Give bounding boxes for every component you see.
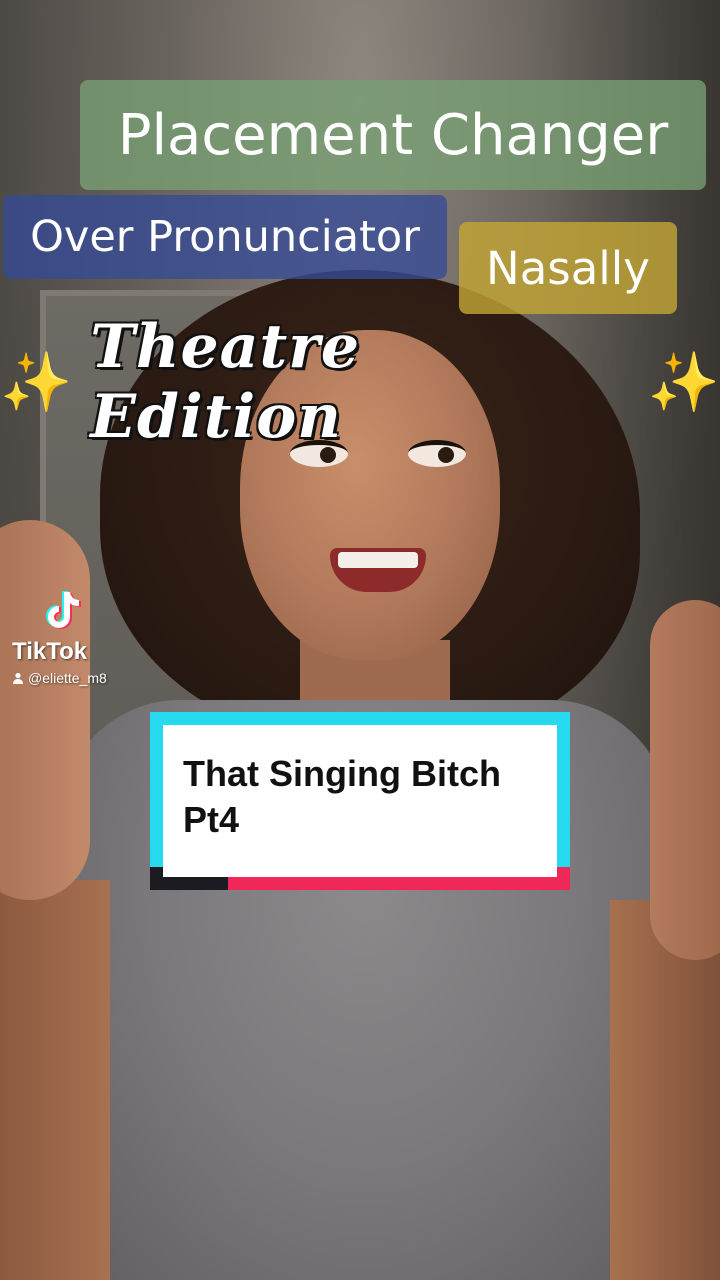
- tiktok-username: @eliette_m8: [28, 670, 107, 686]
- video-frame[interactable]: Placement Changer Over Pronunciator Nasa…: [0, 0, 720, 1280]
- person-icon: [13, 672, 23, 684]
- person-left-arm: [0, 880, 110, 1280]
- sparkles-icon: ✨: [0, 348, 73, 416]
- tiktok-username-row: @eliette_m8: [12, 670, 152, 686]
- tiktok-note-icon: [46, 591, 81, 629]
- person-right-hand: [650, 600, 720, 960]
- title-card: That Singing Bitch Pt4: [150, 712, 570, 890]
- person-left-hand: [0, 520, 90, 900]
- tiktok-brand-label: TikTok: [12, 638, 88, 665]
- tiktok-watermark: TikTok @eliette_m8: [12, 586, 152, 686]
- placement-changer-tag: Placement Changer: [80, 80, 706, 190]
- over-pronunciator-tag: Over Pronunciator: [3, 195, 447, 279]
- title-card-text: That Singing Bitch Pt4: [183, 753, 501, 840]
- theatre-edition-banner: ✨ Theatre Edition ✨: [0, 312, 720, 452]
- nasally-tag: Nasally: [459, 222, 677, 314]
- title-card-panel: That Singing Bitch Pt4: [163, 725, 557, 877]
- theatre-edition-text: Theatre Edition: [90, 312, 361, 452]
- sparkles-icon: ✨: [647, 348, 720, 416]
